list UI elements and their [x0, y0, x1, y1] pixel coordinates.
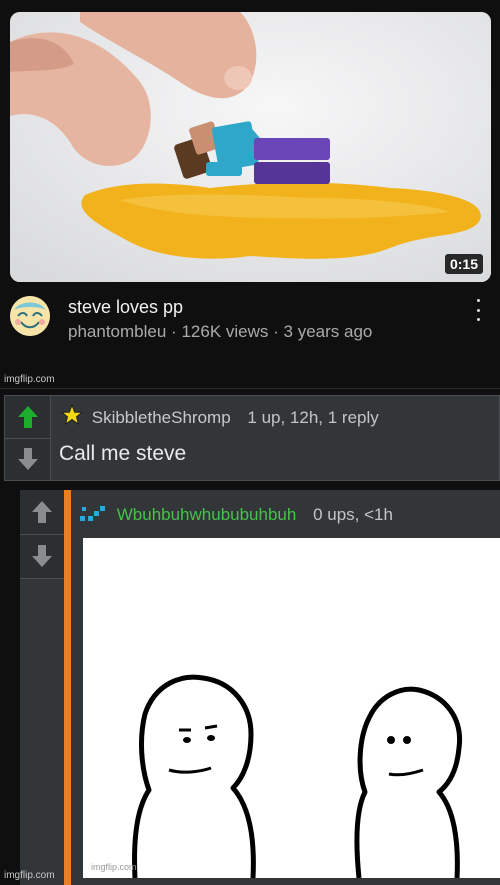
comment-text: Call me steve — [59, 442, 187, 465]
channel-avatar[interactable] — [10, 296, 50, 336]
upvote-button[interactable] — [5, 396, 51, 439]
upvote-button[interactable] — [20, 490, 64, 535]
video-duration-badge: 0:15 — [444, 254, 483, 274]
smiling-face-icon — [10, 296, 50, 336]
comment-username[interactable]: Wbuhbuhwhububuhbuh — [117, 505, 297, 524]
reply-comment: Wbuhbuhwhububuhbuh 0 ups, <1h imgflip.co… — [20, 490, 500, 885]
vote-controls — [20, 490, 65, 579]
video-thumbnail[interactable]: 0:15 — [10, 12, 491, 282]
youtube-video-card[interactable]: 0:15 steve loves pp phantombleu · 126K v… — [0, 0, 500, 368]
comment-header: Wbuhbuhwhububuhbuh 0 ups, <1h — [80, 504, 393, 525]
comment: SkibbletheShromp 1 up, 12h, 1 reply Call… — [4, 395, 500, 481]
imgflip-watermark: imgflip.com — [4, 374, 55, 385]
star-icon — [61, 404, 83, 426]
imgflip-watermark: imgflip.com — [4, 870, 55, 881]
arrow-down-icon — [32, 545, 52, 568]
user-avatar-icon — [80, 506, 105, 521]
video-meta: phantombleu · 126K views · 3 years ago — [68, 322, 372, 342]
comment-image[interactable]: imgflip.com — [83, 538, 500, 878]
comment-header: SkibbletheShromp 1 up, 12h, 1 reply — [61, 404, 379, 428]
reply-indicator-bar — [64, 490, 71, 885]
downvote-button[interactable] — [20, 534, 64, 578]
more-options-icon[interactable] — [474, 299, 482, 321]
vote-controls — [5, 396, 51, 480]
arrow-down-icon — [17, 448, 38, 471]
video-title[interactable]: steve loves pp — [68, 297, 183, 318]
downvote-button[interactable] — [5, 438, 51, 480]
meme-drawing — [132, 674, 463, 878]
meta-separator: · — [273, 322, 279, 341]
arrow-up-icon — [32, 500, 52, 523]
meme-watermark: imgflip.com — [91, 862, 137, 872]
comment-username[interactable]: SkibbletheShromp — [92, 408, 231, 427]
comment-stats: 0 ups, <1h — [313, 505, 393, 524]
channel-name[interactable]: phantombleu — [68, 322, 166, 341]
arrow-up-icon — [17, 405, 38, 428]
upload-age: 3 years ago — [283, 322, 373, 341]
comment-stats: 1 up, 12h, 1 reply — [247, 408, 379, 427]
view-count: 126K views — [181, 322, 269, 341]
meta-separator: · — [171, 322, 177, 341]
section-divider — [0, 388, 500, 389]
thumbnail-image — [10, 12, 491, 282]
